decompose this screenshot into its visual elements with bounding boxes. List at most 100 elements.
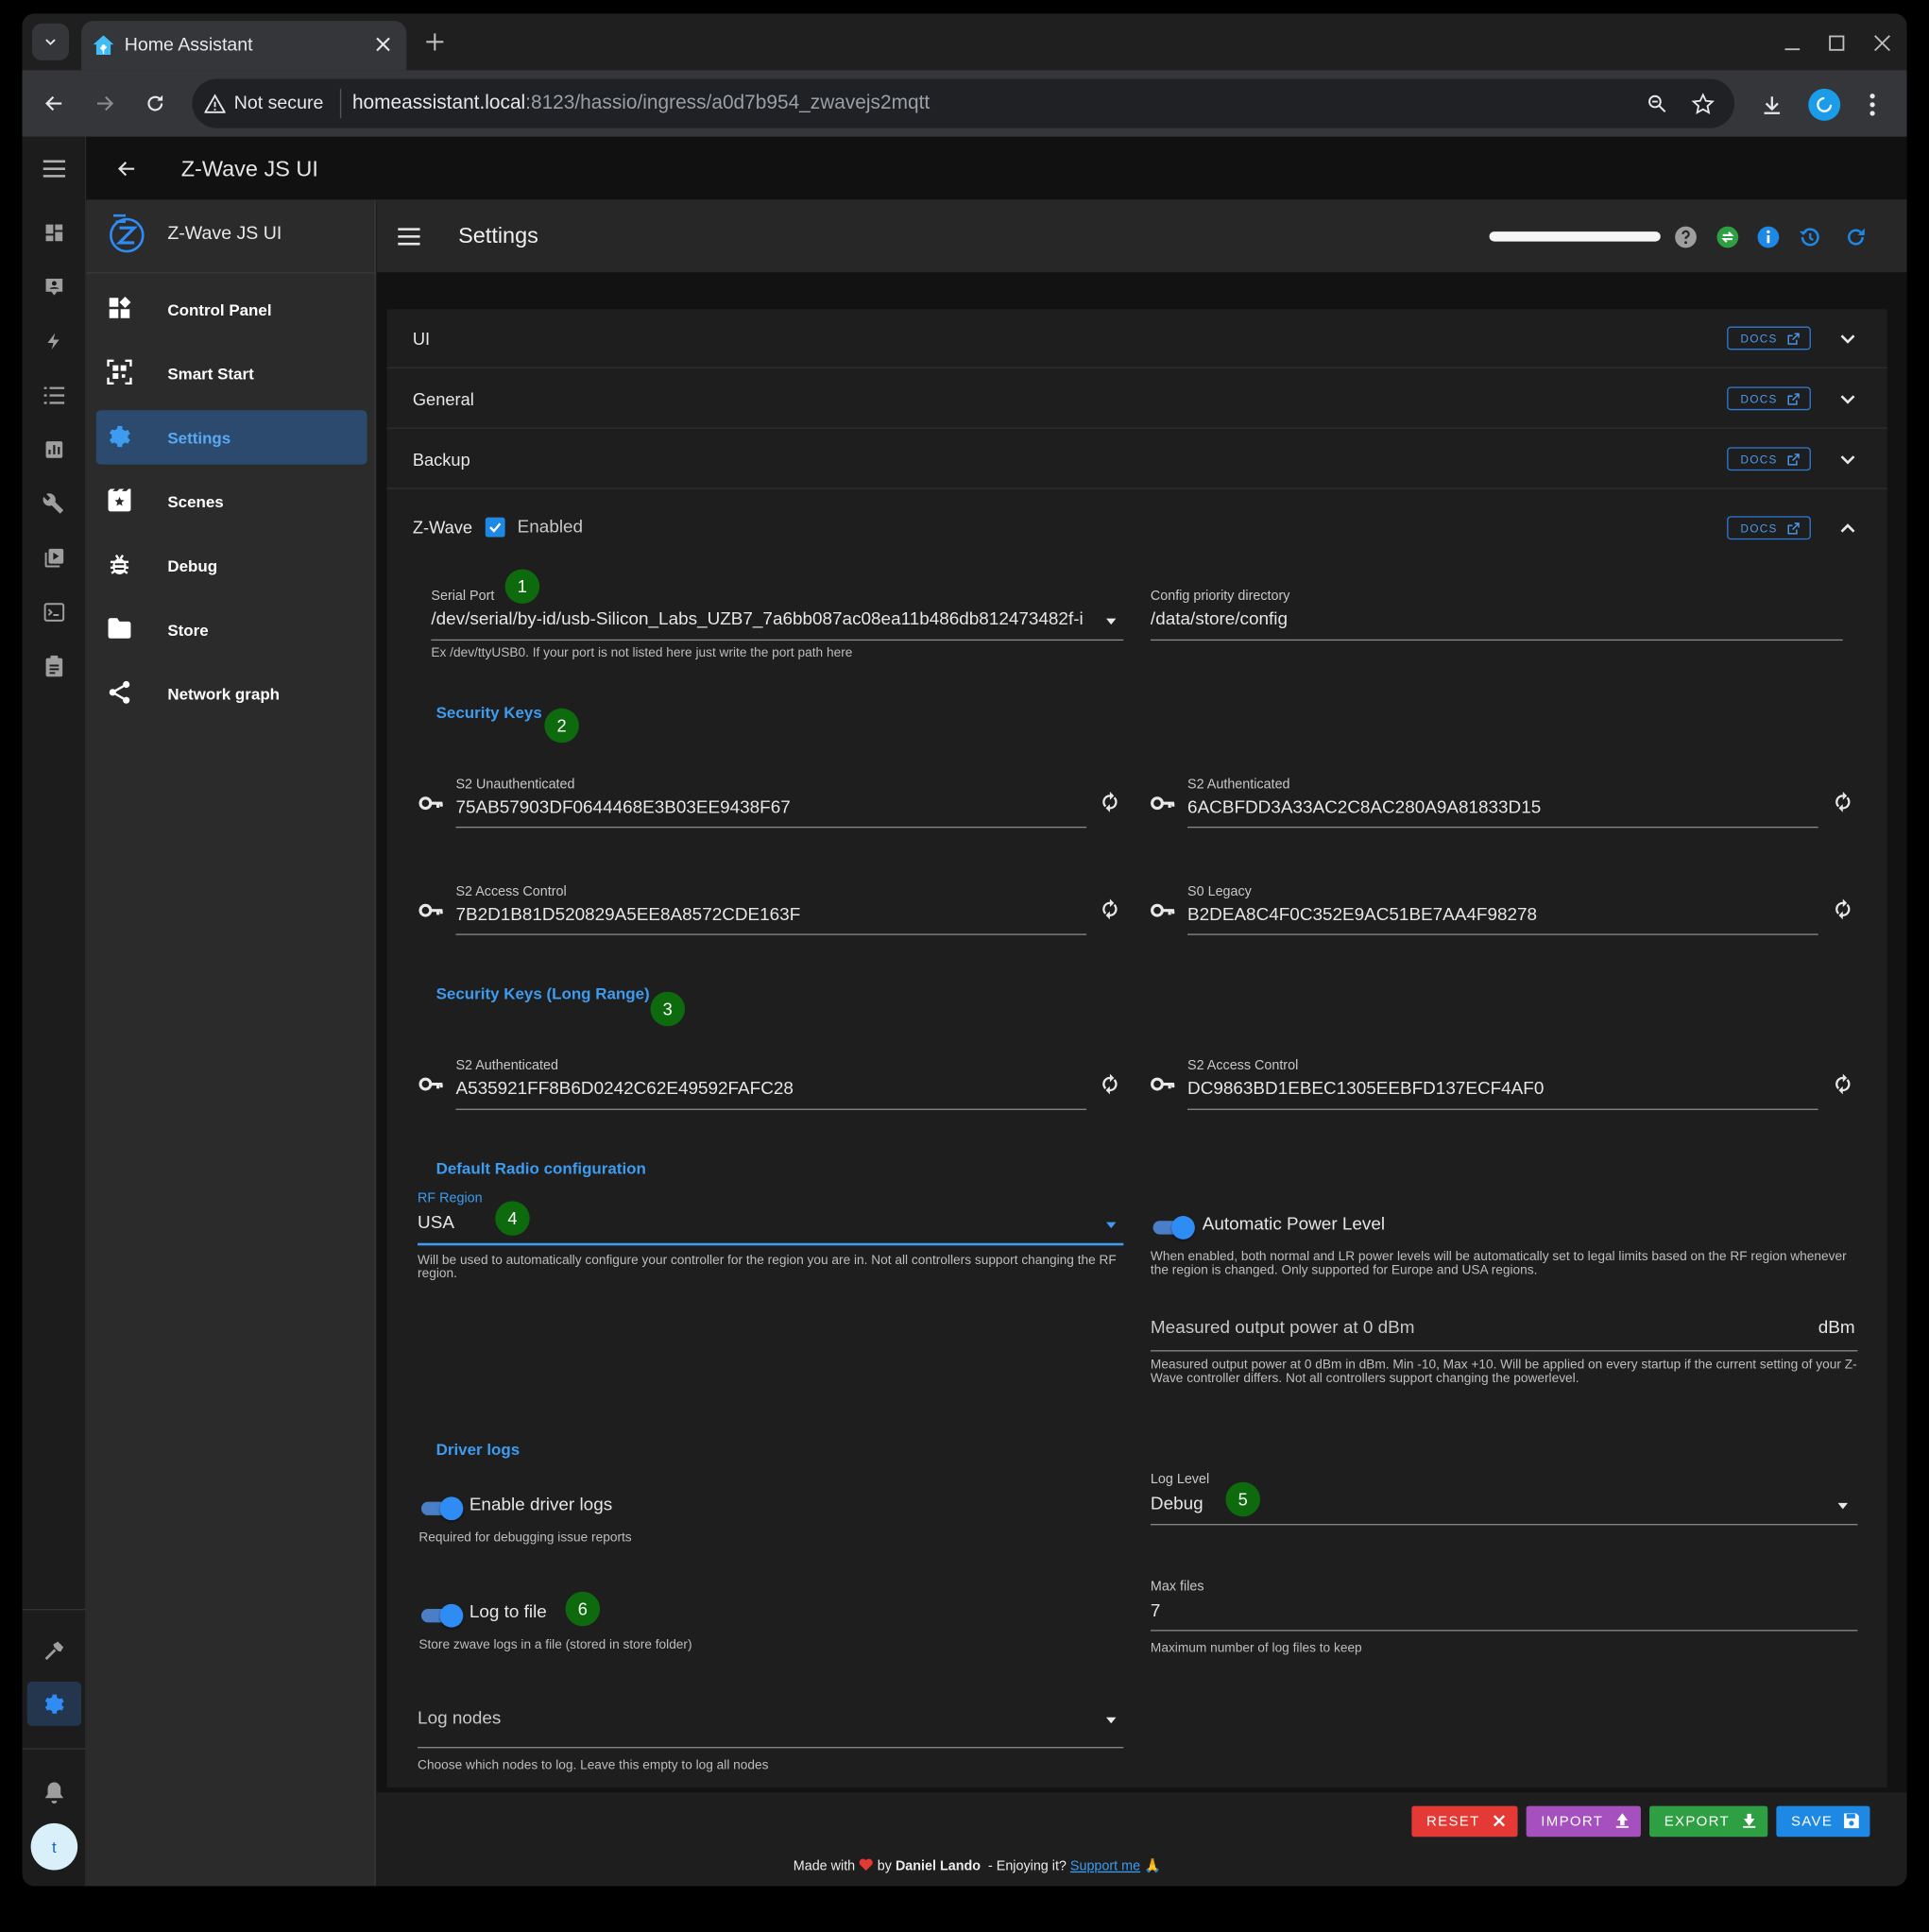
chevron-down-icon	[45, 39, 56, 45]
auto-power-toggle[interactable]	[1151, 1215, 1195, 1240]
appbar-title: Settings	[458, 223, 538, 248]
dropdown-arrow-icon[interactable]	[1103, 613, 1118, 628]
help-icon[interactable]	[1673, 224, 1698, 248]
hamburger-icon[interactable]	[394, 224, 423, 248]
regenerate-key-icon[interactable]	[1831, 790, 1855, 814]
config-dir-input[interactable]: /data/store/config	[1151, 609, 1840, 629]
nav-control-panel[interactable]: Control Panel	[96, 282, 367, 336]
maximize-icon[interactable]	[1823, 31, 1851, 56]
reset-button[interactable]: RESET	[1411, 1805, 1518, 1838]
nav-settings[interactable]: Settings	[95, 410, 367, 465]
url-text[interactable]: homeassistant.local:8123/hassio/ingress/…	[352, 93, 930, 114]
nav-debug[interactable]: Debug	[96, 539, 367, 592]
wrench-icon[interactable]	[40, 489, 69, 519]
regenerate-key-icon[interactable]	[1831, 1071, 1855, 1096]
log-nodes-select[interactable]: Log nodes	[418, 1709, 911, 1729]
lr-s2-auth-input[interactable]: A535921FF8B6D0242C62E49592FAFC28	[455, 1079, 1071, 1099]
browser-tab[interactable]: Home Assistant	[81, 21, 407, 71]
nav-smart-start[interactable]: Smart Start	[96, 346, 367, 400]
dropdown-arrow-icon[interactable]	[1103, 1217, 1118, 1232]
back-icon[interactable]	[40, 89, 69, 118]
developer-tools-hammer-icon[interactable]	[40, 1636, 69, 1666]
s2-access-input[interactable]: 7B2D1B81D520829A5EE8A8572CDE163F	[455, 905, 1071, 925]
energy-lightning-icon[interactable]	[40, 327, 69, 356]
section-ui[interactable]: UI DOCS	[386, 309, 1887, 368]
ha-sidebar: t	[22, 136, 87, 1887]
s2-unauth-input[interactable]: 75AB57903DF0644468E3B03EE9438F67	[455, 798, 1071, 818]
max-files-input[interactable]: 7	[1151, 1601, 1840, 1621]
security-status[interactable]: Not secure	[234, 93, 324, 113]
docs-button[interactable]: DOCS	[1727, 516, 1811, 540]
media-icon[interactable]	[40, 543, 69, 573]
history-chart-icon[interactable]	[40, 435, 69, 464]
docs-button[interactable]: DOCS	[1727, 386, 1811, 411]
settings-gear-icon[interactable]	[26, 1681, 82, 1726]
log-to-file-toggle[interactable]	[418, 1603, 464, 1628]
user-avatar[interactable]: t	[30, 1822, 78, 1871]
section-backup[interactable]: Backup DOCS	[386, 430, 1887, 489]
export-button[interactable]: EXPORT	[1649, 1805, 1768, 1838]
s0-legacy-input[interactable]: B2DEA8C4F0C352E9AC51BE7AA4F98278	[1187, 905, 1803, 925]
zwave-enabled-checkbox[interactable]	[485, 517, 505, 538]
max-files-underline	[1150, 1630, 1858, 1632]
regenerate-key-icon[interactable]	[1831, 897, 1855, 921]
regenerate-key-icon[interactable]	[1098, 897, 1122, 921]
lr-s2-access-input[interactable]: DC9863BD1EBEC1305EEBFD137ECF4AF0	[1187, 1079, 1803, 1099]
download-icon[interactable]	[1757, 90, 1786, 119]
nav-scenes[interactable]: Scenes	[96, 474, 367, 528]
regenerate-key-icon[interactable]	[1098, 790, 1122, 814]
refresh-icon[interactable]	[1843, 224, 1868, 248]
zoom-icon[interactable]	[1644, 90, 1671, 117]
logbook-list-icon[interactable]	[40, 381, 69, 410]
new-tab-icon[interactable]	[418, 29, 451, 54]
dashboard-icon[interactable]	[40, 218, 69, 248]
chevron-down-icon[interactable]	[1835, 327, 1860, 351]
tab-search-button[interactable]	[31, 23, 70, 60]
nav-store[interactable]: Store	[96, 603, 367, 657]
save-button[interactable]: SAVE	[1776, 1805, 1870, 1838]
enable-driver-logs-toggle[interactable]	[418, 1496, 464, 1521]
clipboard-icon[interactable]	[40, 652, 69, 681]
profile-avatar-icon[interactable]	[1808, 88, 1841, 121]
serial-port-input[interactable]: /dev/serial/by-id/usb-Silicon_Labs_UZB7_…	[431, 609, 1096, 629]
notifications-bell-icon[interactable]	[40, 1778, 69, 1807]
reload-icon[interactable]	[141, 89, 170, 118]
close-window-icon[interactable]	[1869, 31, 1896, 56]
dropdown-arrow-icon[interactable]	[1835, 1498, 1851, 1513]
minimize-icon[interactable]	[1779, 31, 1806, 56]
settings-panel: UI DOCS General DOCS Backup DOCS Z-Wave …	[386, 309, 1887, 1788]
annotation-badge-4: 4	[495, 1201, 530, 1236]
info-icon[interactable]	[1755, 224, 1780, 248]
measured-power-input[interactable]: Measured output power at 0 dBm	[1151, 1318, 1644, 1338]
chevron-up-icon[interactable]	[1835, 516, 1860, 540]
close-icon	[1493, 1815, 1506, 1827]
menu-icon[interactable]	[40, 157, 69, 181]
bookmark-star-icon[interactable]	[1689, 90, 1716, 117]
forward-icon[interactable]	[90, 89, 119, 118]
section-general[interactable]: General DOCS	[386, 369, 1887, 429]
chevron-down-icon[interactable]	[1835, 386, 1860, 411]
close-tab-icon[interactable]	[372, 33, 394, 55]
nav-network-graph[interactable]: Network graph	[96, 666, 367, 720]
more-vert-icon[interactable]	[1860, 90, 1885, 119]
docs-button[interactable]: DOCS	[1727, 447, 1811, 471]
annotation-badge-5: 5	[1225, 1481, 1260, 1517]
dropdown-arrow-icon[interactable]	[1103, 1713, 1118, 1728]
history-restore-icon[interactable]	[1798, 224, 1822, 248]
terminal-icon[interactable]	[40, 597, 69, 626]
rf-region-select[interactable]: USA	[418, 1213, 491, 1233]
address-bar[interactable]: Not secure homeassistant.local:8123/hass…	[192, 78, 1735, 128]
s2-auth-input[interactable]: 6ACBFDD3A33AC2C8AC280A9A81833D15	[1187, 798, 1803, 818]
import-button[interactable]: IMPORT	[1526, 1805, 1641, 1838]
rf-region-label: RF Region	[418, 1190, 483, 1206]
map-account-icon[interactable]	[40, 272, 69, 301]
mqtt-status-icon[interactable]	[1715, 224, 1739, 248]
regenerate-key-icon[interactable]	[1098, 1071, 1122, 1096]
log-level-select[interactable]: Debug	[1151, 1495, 1224, 1514]
docs-label: DOCS	[1740, 453, 1778, 466]
back-arrow-icon[interactable]	[112, 154, 142, 183]
support-link[interactable]: Support me	[1070, 1859, 1140, 1874]
chevron-down-icon[interactable]	[1835, 447, 1860, 471]
s0-legacy-label: S0 Legacy	[1187, 884, 1252, 899]
docs-button[interactable]: DOCS	[1727, 326, 1811, 350]
